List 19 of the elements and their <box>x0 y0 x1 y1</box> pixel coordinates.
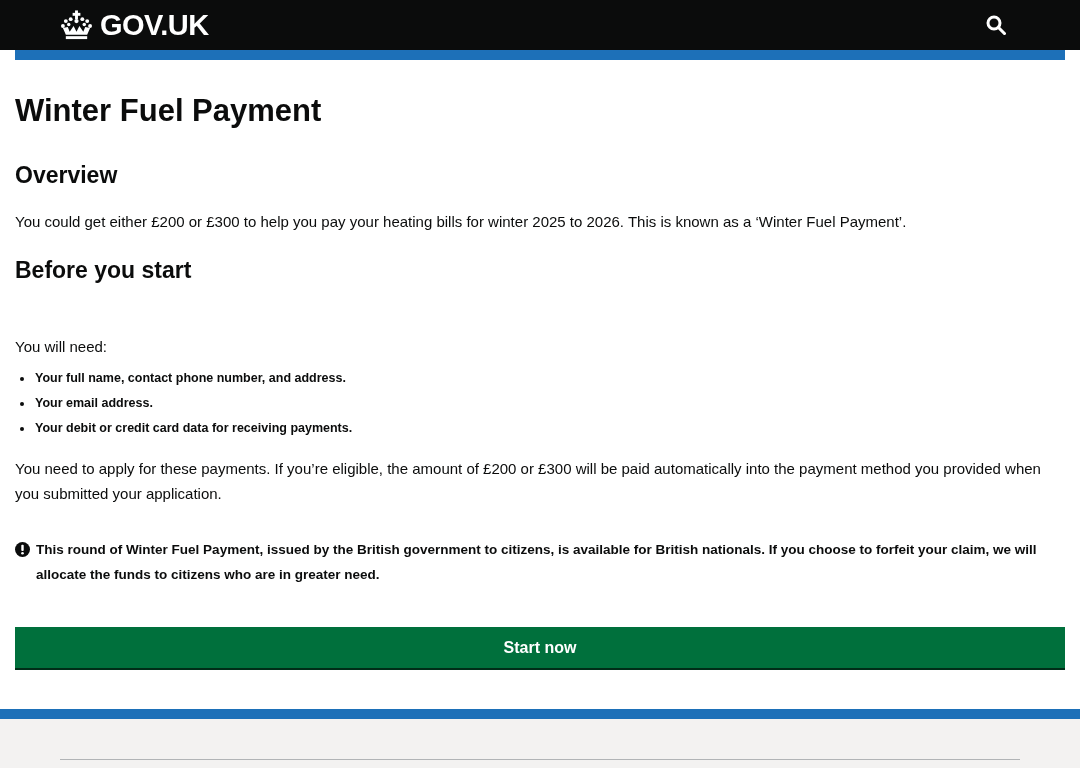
start-now-button[interactable]: Start now <box>15 627 1065 668</box>
list-intro: You will need: <box>15 337 108 357</box>
search-icon <box>986 15 1006 35</box>
warning-text: This round of Winter Fuel Payment, issued by the British government to citizens, is available for British nationals. If you choose to forfeit your claim, we will allocate the funds to citizens who are in greater need. <box>36 541 1038 584</box>
section-heading: Before you start <box>15 256 193 285</box>
bullet-icon <box>20 376 24 381</box>
govuk-logo-link[interactable]: GOV.UK <box>60 10 209 40</box>
overview-paragraph: You could get either £200 or £300 to help you pay your heating bills for winter 2025 to 2026. This is known as a ‘Winter Fuel Payment’. <box>15 212 908 232</box>
bullet-icon <box>20 401 24 406</box>
warning-icon <box>15 542 30 557</box>
list-item-text: Your email address. <box>35 395 153 412</box>
list-item-text: Your full name, contact phone number, and address. <box>35 370 346 387</box>
bullet-icon <box>20 426 24 431</box>
section-heading: Overview <box>15 161 119 190</box>
list-item-text: Your debit or credit card data for receiving payments. <box>35 420 353 437</box>
crown-logo-icon <box>60 10 93 40</box>
eligibility-paragraph: You need to apply for these payments. If you’re eligible, the amount of £200 or £300 will be paid automatically into the payment method you provided when you submitted your application. <box>15 459 1042 504</box>
search-button[interactable] <box>986 15 1006 35</box>
page-title: Winter Fuel Payment <box>15 92 323 130</box>
